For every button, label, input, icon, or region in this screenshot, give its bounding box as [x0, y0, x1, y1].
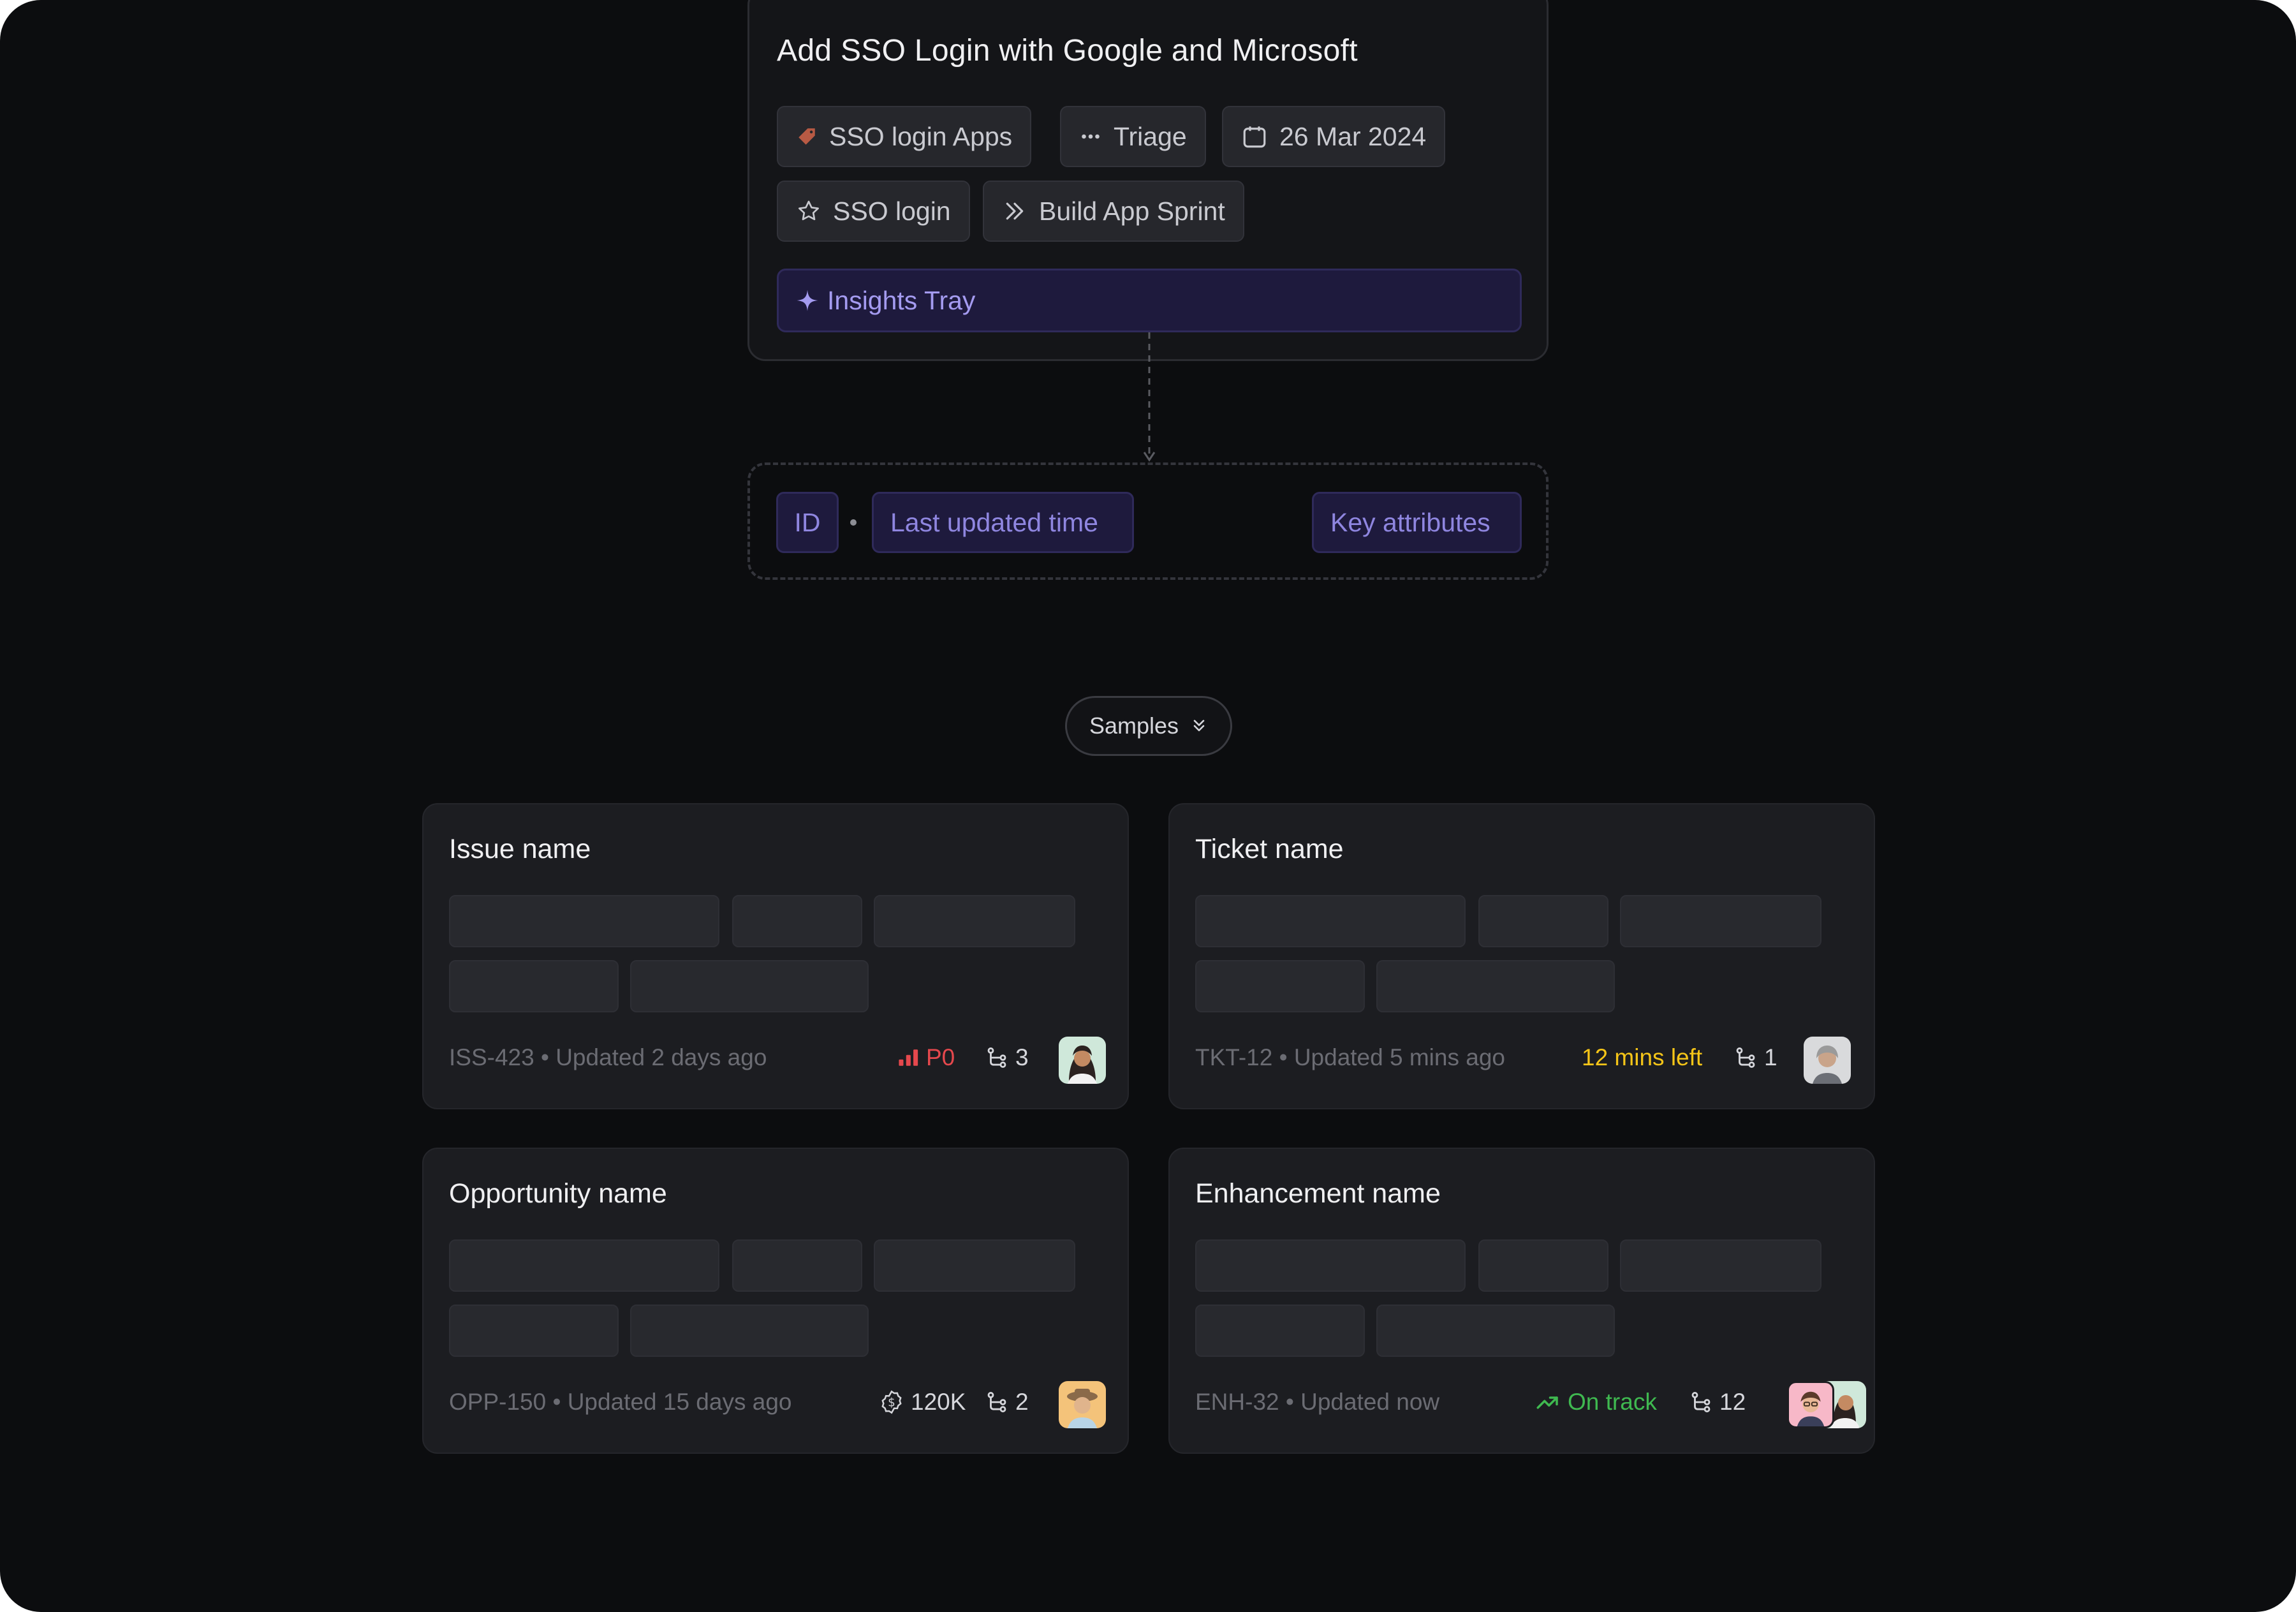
- sample-card-opportunity[interactable]: Opportunity name OPP-150 • Updated 15 da…: [422, 1148, 1129, 1454]
- priority-label: P0: [926, 1044, 955, 1070]
- connector-arrow: [1143, 332, 1156, 462]
- calendar-icon: [1243, 126, 1266, 148]
- insights-label: Insights Tray: [827, 285, 976, 315]
- placeholder-chip: [874, 895, 1075, 947]
- links-count: 1: [1733, 1044, 1777, 1071]
- placeholder-chip: [732, 895, 862, 947]
- card-meta: ENH-32 • Updated now: [1195, 1389, 1440, 1415]
- amount-label: 120K: [911, 1389, 966, 1415]
- sparkle-icon: [797, 290, 818, 311]
- avatar[interactable]: [1059, 1037, 1106, 1084]
- trending-up-icon: [1536, 1396, 1558, 1409]
- placeholder-chip: [1195, 1239, 1466, 1292]
- placeholder-chip: [630, 1305, 869, 1357]
- priority-status: P0: [898, 1044, 955, 1071]
- chip-label: Triage: [1114, 121, 1187, 151]
- chip-label: SSO login: [833, 196, 951, 226]
- svg-text:$: $: [888, 1396, 895, 1410]
- placeholder-chip: [630, 960, 869, 1012]
- avatar[interactable]: [1804, 1037, 1851, 1084]
- insights-tray[interactable]: Insights Tray: [777, 269, 1522, 332]
- dollar-coin-icon: $: [881, 1390, 902, 1414]
- chip-tag[interactable]: SSO login Apps: [777, 106, 1032, 167]
- card-meta: OPP-150 • Updated 15 days ago: [449, 1389, 792, 1415]
- health-status: On track: [1534, 1389, 1657, 1416]
- branch-icon: [1691, 1392, 1711, 1412]
- template-key-attributes: Key attributes: [1312, 492, 1522, 553]
- card-title: Opportunity name: [449, 1178, 667, 1209]
- placeholder-chip: [1376, 1305, 1615, 1357]
- placeholder-chip: [1195, 960, 1365, 1012]
- links-label: 3: [1015, 1044, 1029, 1070]
- placeholder-chip: [1620, 1239, 1821, 1292]
- health-label: On track: [1568, 1389, 1657, 1415]
- links-count: 12: [1689, 1389, 1746, 1416]
- placeholder-chip: [449, 960, 619, 1012]
- sla-status: 12 mins left: [1582, 1044, 1702, 1071]
- placeholder-chip: [732, 1239, 862, 1292]
- work-item-title: Add SSO Login with Google and Microsoft: [777, 34, 1358, 68]
- placeholder-chip: [449, 1239, 719, 1292]
- priority-bars-icon: [899, 1049, 918, 1066]
- links-count: 2: [985, 1389, 1029, 1416]
- chip-date[interactable]: 26 Mar 2024: [1222, 106, 1446, 167]
- amount-status: $ 120K: [879, 1389, 966, 1416]
- branch-icon: [1736, 1047, 1755, 1068]
- double-chevron-right-icon: [1006, 202, 1024, 220]
- card-title: Ticket name: [1195, 834, 1344, 864]
- template-id: ID: [776, 492, 839, 553]
- canvas: Add SSO Login with Google and Microsoft …: [0, 0, 2296, 1612]
- chip-label: Build App Sprint: [1039, 196, 1225, 226]
- avatar-icon: [1813, 1046, 1842, 1084]
- chip-label: SSO login Apps: [829, 121, 1013, 151]
- sla-label: 12 mins left: [1582, 1044, 1703, 1070]
- double-chevron-down-icon: [1193, 720, 1205, 732]
- placeholder-chip: [1620, 895, 1821, 947]
- chip-sprint[interactable]: Build App Sprint: [983, 181, 1244, 242]
- placeholder-chip: [1478, 895, 1608, 947]
- avatar-icon: [1067, 1389, 1098, 1428]
- samples-label: Samples: [1089, 713, 1179, 739]
- placeholder-chip: [1376, 960, 1615, 1012]
- sample-card-enhancement[interactable]: Enhancement name ENH-32 • Updated now On…: [1168, 1148, 1875, 1454]
- samples-toggle[interactable]: Samples: [1065, 696, 1232, 756]
- card-meta: TKT-12 • Updated 5 mins ago: [1195, 1044, 1505, 1070]
- sample-card-issue[interactable]: Issue name ISS-423 • Updated 2 days ago …: [422, 803, 1129, 1109]
- star-icon: [798, 200, 819, 221]
- branch-icon: [987, 1392, 1006, 1412]
- card-title: Enhancement name: [1195, 1178, 1441, 1209]
- more-dots-icon: [1082, 134, 1100, 139]
- sample-card-ticket[interactable]: Ticket name TKT-12 • Updated 5 mins ago …: [1168, 803, 1875, 1109]
- chip-part[interactable]: SSO login: [777, 181, 970, 242]
- links-label: 2: [1015, 1389, 1029, 1415]
- card-title: Issue name: [449, 834, 591, 864]
- placeholder-chip: [1478, 1239, 1608, 1292]
- placeholder-chip: [1195, 895, 1466, 947]
- template-last-updated: Last updated time: [872, 492, 1134, 553]
- separator-dot: [850, 519, 857, 526]
- placeholder-chip: [874, 1239, 1075, 1292]
- placeholder-chip: [449, 1305, 619, 1357]
- avatar-icon: [1797, 1391, 1825, 1426]
- avatar[interactable]: [1059, 1381, 1106, 1428]
- placeholder-chip: [449, 895, 719, 947]
- links-label: 12: [1719, 1389, 1746, 1415]
- chip-stage[interactable]: Triage: [1060, 106, 1206, 167]
- tag-icon: [798, 128, 815, 145]
- links-label: 1: [1764, 1044, 1777, 1070]
- card-meta: ISS-423 • Updated 2 days ago: [449, 1044, 767, 1070]
- placeholder-chip: [1195, 1305, 1365, 1357]
- avatar[interactable]: [1787, 1381, 1834, 1428]
- avatar-icon: [1068, 1046, 1097, 1084]
- branch-icon: [987, 1047, 1006, 1068]
- chip-label: 26 Mar 2024: [1279, 121, 1427, 151]
- links-count: 3: [985, 1044, 1029, 1071]
